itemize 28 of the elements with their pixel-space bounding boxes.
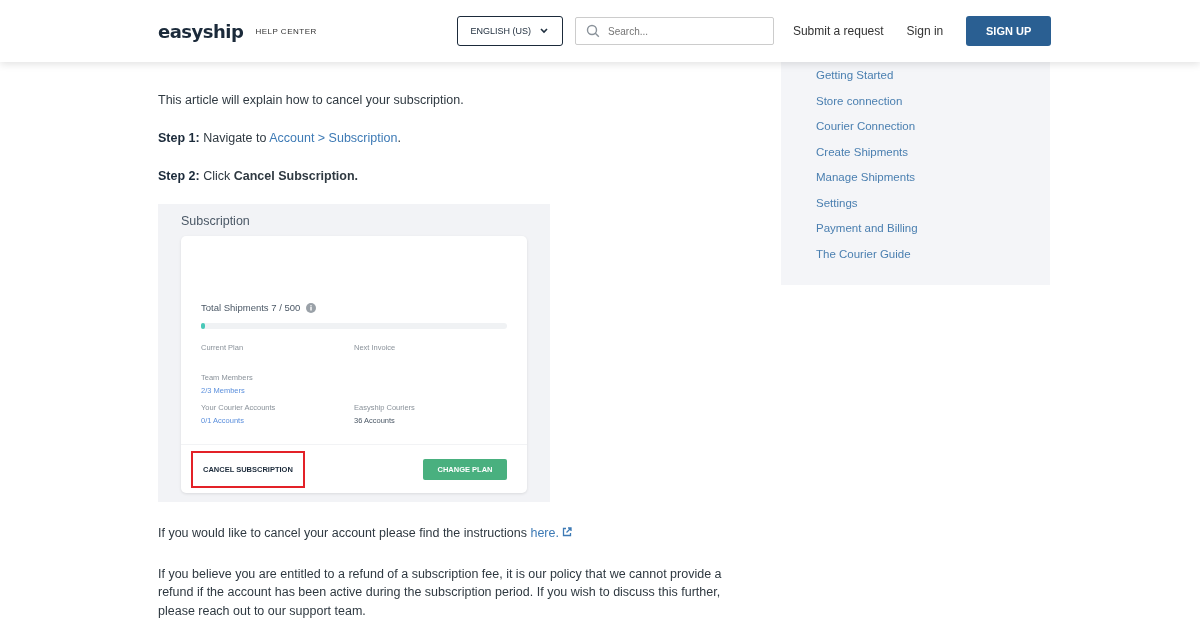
external-link-icon [561,527,572,537]
panel-title: Subscription [181,214,251,228]
sidebar-item[interactable]: Getting Started [816,63,1050,89]
info-icon [306,302,317,313]
sidebar-item[interactable]: Create Shipments [816,139,1050,165]
sidebar-item[interactable]: The Courier Guide [816,241,1050,267]
nav-link[interactable]: Submit a request [792,24,884,38]
sidebar-item[interactable]: Manage Shipments [816,165,1050,191]
logo[interactable]: easyship [158,20,244,42]
sidebar-item[interactable]: Store connection [816,88,1050,114]
step-text: Step 1: Navigate to [158,131,267,145]
step-text: Step 2: Click Cancel Subscription. [158,169,359,183]
search-icon [586,24,601,38]
help-center-label: HELP CENTER [255,26,317,36]
total-shipments-text: Total Shipments 7 / 500 [201,302,301,313]
nav-link[interactable]: Sign in [906,24,944,38]
search-field[interactable]: Search... [575,17,774,45]
sign-up-button[interactable]: SIGN UP [966,16,1051,46]
step-punctuation: . [397,131,401,145]
paragraph-text: If you would like to cancel your account please find the instructions [158,526,527,540]
instructions-link[interactable]: here. [530,526,559,540]
sidebar-item[interactable]: Courier Connection [816,114,1050,140]
sidebar-item[interactable]: Settings [816,190,1050,216]
language-dropdown[interactable]: ENGLISH (US) [456,16,564,46]
paragraph-text: If you believe you are entitled to a refund of a subscription fee, it is our policy that we cannot provide a refund if the account has been active during the subscription period. If you wish to discuss this further, please reach out to our support team. [158,566,722,618]
caret-icon [539,27,550,35]
intro-text: This article will explain how to cancel your subscription. [158,92,465,108]
sidebar-item[interactable]: Payment and Billing [816,216,1050,242]
